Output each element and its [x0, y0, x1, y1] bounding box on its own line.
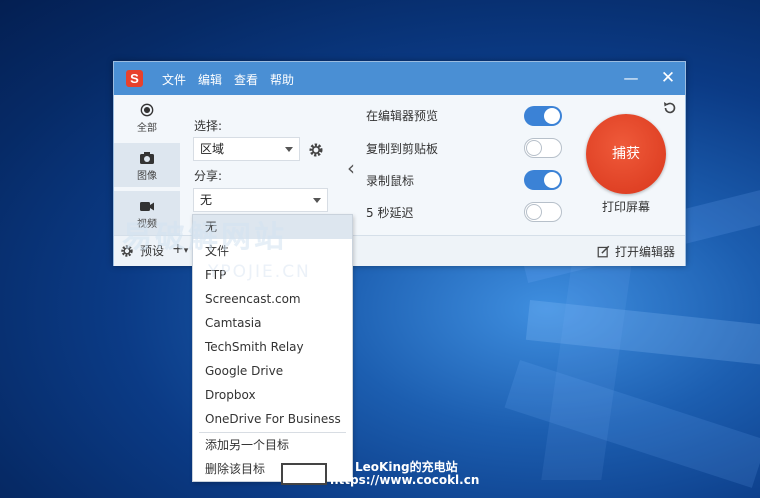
watermark-box — [281, 463, 327, 485]
selection-value: 区域 — [200, 142, 225, 156]
list-item[interactable]: Camtasia — [193, 311, 352, 335]
capture-button[interactable]: 捕获 — [586, 114, 666, 194]
minimize-button[interactable]: — — [619, 68, 643, 88]
tab-image[interactable]: 图像 — [114, 143, 180, 187]
watermark-site-en: YPOJIE.CN — [208, 262, 311, 282]
chevron-down-icon — [313, 198, 321, 203]
list-item[interactable]: Screencast.com — [193, 287, 352, 311]
list-item[interactable]: Dropbox — [193, 383, 352, 407]
menu-view[interactable]: 查看 — [234, 71, 258, 88]
list-item[interactable]: Google Drive — [193, 359, 352, 383]
menu-help[interactable]: 帮助 — [270, 71, 294, 88]
watermark-site-cn: 易破解网站 — [122, 220, 287, 255]
edit-icon — [597, 245, 610, 258]
toggle-preview-in-editor[interactable] — [524, 106, 562, 126]
toggle-record-cursor[interactable] — [524, 170, 562, 190]
menu-file[interactable]: 文件 — [162, 71, 186, 88]
toggle-copy-to-clipboard[interactable] — [524, 138, 562, 158]
option-5-second-delay: 5 秒延迟 — [366, 206, 414, 220]
list-item[interactable]: OneDrive For Business — [193, 407, 352, 431]
tab-all[interactable]: 全部 — [114, 95, 180, 139]
selection-dropdown[interactable]: 区域 — [193, 137, 300, 161]
menu-bar: 文件 编辑 查看 帮助 — [162, 71, 294, 88]
target-icon — [140, 103, 154, 117]
open-editor-label: 打开编辑器 — [614, 245, 675, 259]
select-label: 选择: — [194, 119, 223, 133]
title-bar: S 文件 编辑 查看 帮助 — ✕ — [114, 62, 685, 95]
capture-hotkey-label: 打印屏幕 — [602, 200, 651, 214]
close-button[interactable]: ✕ — [656, 68, 680, 88]
option-preview-in-editor: 在编辑器预览 — [366, 109, 439, 123]
share-dropdown[interactable]: 无 — [193, 188, 328, 212]
add-destination-item[interactable]: 添加另一个目标 — [193, 433, 352, 457]
option-record-cursor: 录制鼠标 — [366, 174, 415, 188]
tab-all-label: 全部 — [137, 123, 157, 134]
chevron-down-icon — [285, 147, 293, 152]
watermark-url: https://www.cocokl.cn — [330, 473, 480, 487]
remove-destination-item[interactable]: 删除该目标 — [193, 457, 352, 481]
reset-icon[interactable] — [662, 100, 678, 116]
video-camera-icon — [140, 202, 154, 211]
open-editor-button[interactable]: 打开编辑器 — [597, 243, 675, 260]
option-copy-to-clipboard: 复制到剪贴板 — [366, 142, 439, 156]
share-label: 分享: — [194, 169, 223, 183]
tab-image-label: 图像 — [137, 171, 157, 182]
collapse-chevron-left-icon[interactable]: ‹ — [347, 156, 355, 180]
menu-edit[interactable]: 编辑 — [198, 71, 222, 88]
camera-icon — [140, 152, 154, 164]
list-item[interactable]: TechSmith Relay — [193, 335, 352, 359]
snagit-logo-icon: S — [126, 70, 143, 87]
toggle-5-second-delay[interactable] — [524, 202, 562, 222]
selection-settings-gear-icon[interactable] — [308, 142, 324, 158]
share-value: 无 — [200, 193, 213, 207]
